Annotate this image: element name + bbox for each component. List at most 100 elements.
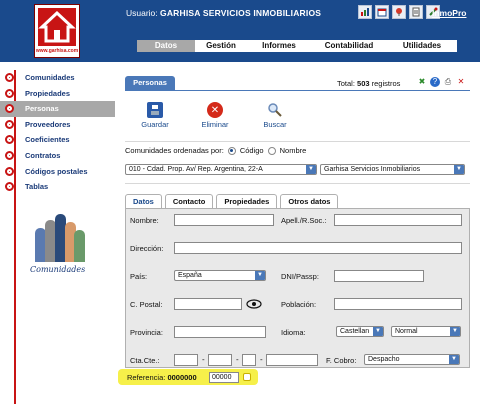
topnav-gestion[interactable]: Gestión	[195, 40, 247, 52]
total-suffix: registros	[371, 79, 401, 88]
excel-icon[interactable]: ✖	[417, 77, 427, 87]
sidebar-item-label: Contratos	[25, 150, 61, 160]
direccion-field[interactable]	[174, 242, 462, 254]
fcobro-select[interactable]: Despacho ▼	[364, 354, 460, 365]
sidebar-item-contratos[interactable]: Contratos	[0, 148, 115, 164]
logo-url: www.garhisa.com	[35, 48, 79, 54]
order-label: Comunidades ordenadas por:	[125, 146, 224, 155]
dash: -	[202, 355, 205, 364]
pais-value: España	[178, 272, 202, 279]
pais-label: País:	[130, 272, 148, 281]
floppy-icon	[147, 102, 163, 118]
save-label: Guardar	[141, 120, 169, 129]
idioma-value: Castellan	[340, 328, 370, 335]
sidebar: Comunidades Propiedades Personas Proveed…	[0, 70, 115, 195]
document-icon[interactable]	[409, 5, 423, 19]
dash: -	[236, 355, 239, 364]
company-select-value: Garhisa Servicios Inmobiliarios	[324, 166, 421, 173]
cpostal-field[interactable]	[174, 298, 242, 310]
user-label: Usuario:	[126, 8, 158, 18]
sidebar-item-personas[interactable]: Personas	[0, 101, 115, 117]
topnav-informes[interactable]: Informes	[247, 40, 311, 52]
bullet-icon	[5, 166, 14, 176]
chevron-down-icon: ▼	[454, 165, 464, 174]
topnav-datos[interactable]: Datos	[137, 40, 195, 52]
ctacte-oficina-field[interactable]	[208, 354, 232, 366]
people-illustration-icon	[33, 210, 85, 262]
help-icon[interactable]: ?	[430, 77, 440, 87]
search-button[interactable]: Buscar	[245, 102, 305, 129]
radio-nombre-label: Nombre	[279, 146, 307, 155]
company-select[interactable]: Garhisa Servicios Inmobiliarios ▼	[320, 164, 465, 175]
calendar-icon[interactable]	[375, 5, 389, 19]
close-icon[interactable]: ✕	[456, 77, 466, 87]
ctacte-label: Cta.Cte.:	[130, 356, 160, 365]
topnav-utilidades[interactable]: Utilidades	[387, 40, 457, 52]
tab-datos[interactable]: Datos	[125, 194, 162, 208]
ctacte-entidad-field[interactable]	[174, 354, 198, 366]
sidebar-item-label: Comunidades	[25, 73, 75, 82]
print-icon[interactable]: ⎙	[443, 77, 453, 87]
search-label: Buscar	[263, 120, 287, 129]
ctacte-dc-field[interactable]	[242, 354, 256, 366]
provincia-label: Provincia:	[130, 328, 163, 337]
bullet-icon	[5, 182, 14, 192]
delete-button[interactable]: ✕ Eliminar	[185, 102, 245, 129]
fcobro-label: F. Cobro:	[326, 356, 357, 365]
pin-icon[interactable]	[392, 5, 406, 19]
delete-label: Eliminar	[201, 120, 229, 129]
community-select[interactable]: 010 - Cdad. Prop. Av/ Rep. Argentina, 22…	[125, 164, 317, 175]
sidebar-item-codigos-postales[interactable]: Códigos postales	[0, 164, 115, 180]
tab-personas[interactable]: Personas	[125, 76, 175, 90]
user-line: Usuario: GARHISA SERVICIOS INMOBILIARIOS	[126, 8, 321, 18]
topnav-contabilidad[interactable]: Contabilidad	[311, 40, 387, 52]
chevron-down-icon: ▼	[255, 271, 265, 280]
nombre-field[interactable]	[174, 214, 274, 226]
chevron-down-icon: ▼	[306, 165, 316, 174]
radio-codigo[interactable]	[227, 146, 236, 155]
community-order: Comunidades ordenadas por: Código Nombre	[125, 146, 306, 155]
direccion-label: Dirección:	[130, 244, 164, 253]
sidebar-item-propiedades[interactable]: Propiedades	[0, 86, 115, 102]
referencia-label: Referencia:	[127, 373, 166, 382]
sidebar-item-coeficientes[interactable]: Coeficientes	[0, 132, 115, 148]
sidebar-item-tablas[interactable]: Tablas	[0, 179, 115, 195]
note-icon[interactable]	[243, 373, 251, 381]
poblacion-field[interactable]	[334, 298, 462, 310]
tab-contacto[interactable]: Contacto	[164, 194, 214, 208]
poblacion-label: Población:	[281, 300, 317, 309]
delete-icon: ✕	[207, 102, 223, 118]
divider	[125, 183, 470, 184]
chevron-down-icon: ▼	[373, 327, 383, 336]
chart-icon[interactable]	[358, 5, 372, 19]
referencia: Referencia: 0000000	[127, 373, 197, 382]
save-button[interactable]: Guardar	[125, 102, 185, 129]
ctacte-cuenta-field[interactable]	[266, 354, 318, 366]
pais-select[interactable]: España ▼	[174, 270, 266, 281]
eye-icon[interactable]	[246, 298, 262, 310]
bullet-icon	[5, 73, 14, 82]
top-nav: Datos Gestión Informes Contabilidad Util…	[137, 40, 457, 52]
dni-field[interactable]	[334, 270, 424, 282]
radio-nombre[interactable]	[267, 146, 276, 155]
nivel-select[interactable]: Normal ▼	[391, 326, 461, 337]
nombre-label: Nombre:	[130, 216, 159, 225]
provincia-field[interactable]	[174, 326, 266, 338]
nivel-value: Normal	[395, 328, 418, 335]
bullet-icon	[5, 88, 14, 98]
inmopro-link[interactable]: InmoPro	[432, 8, 466, 18]
referencia-suffix-field[interactable]: 00000	[209, 372, 239, 383]
sidebar-item-label: Coeficientes	[25, 135, 70, 145]
sidebar-item-label: Proveedores	[25, 119, 71, 129]
apellidos-field[interactable]	[334, 214, 462, 226]
tab-otros-datos[interactable]: Otros datos	[280, 194, 339, 208]
communities-caption: Comunidades	[30, 265, 86, 274]
logo[interactable]: www.garhisa.com	[34, 4, 80, 58]
chevron-down-icon: ▼	[450, 327, 460, 336]
sidebar-item-proveedores[interactable]: Proveedores	[0, 117, 115, 133]
community-select-value: 010 - Cdad. Prop. Av/ Rep. Argentina, 22…	[129, 166, 263, 173]
total-records: Total: 503 registros	[337, 79, 400, 88]
tab-propiedades[interactable]: Propiedades	[216, 194, 278, 208]
sidebar-item-comunidades[interactable]: Comunidades	[0, 70, 115, 86]
idioma-select[interactable]: Castellan ▼	[336, 326, 384, 337]
